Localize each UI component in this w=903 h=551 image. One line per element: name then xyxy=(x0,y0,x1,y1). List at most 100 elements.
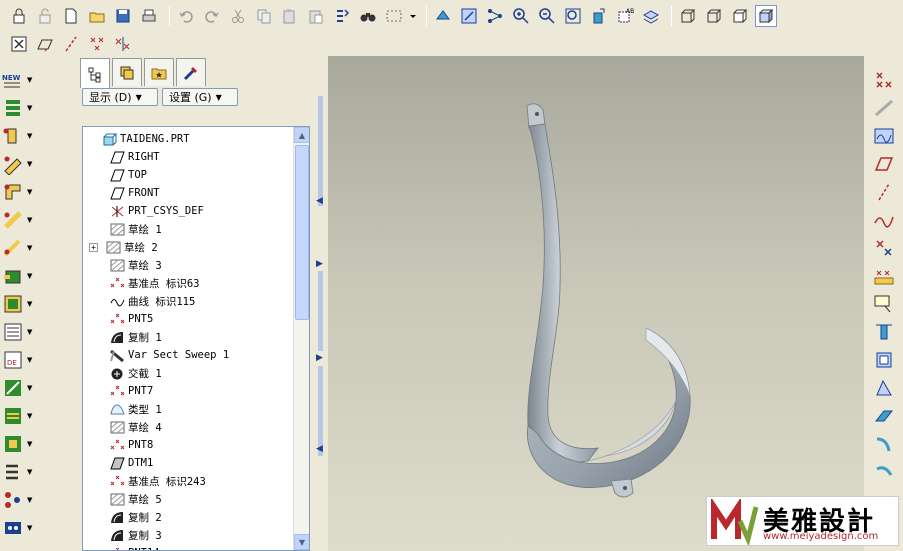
datum-point-offset-icon[interactable] xyxy=(864,234,903,262)
tree-item[interactable]: 交截 1 xyxy=(83,364,294,382)
tree-item[interactable]: FRONT xyxy=(83,184,294,202)
mirror-button[interactable]: ▼ xyxy=(0,318,42,346)
tree-item[interactable]: PNT8 xyxy=(83,436,294,454)
solidify-button[interactable]: ▼ xyxy=(0,458,42,486)
new-feature-button[interactable]: NEW ▼ xyxy=(0,66,42,94)
print-icon[interactable] xyxy=(138,5,160,27)
expand-plus-icon[interactable]: + xyxy=(89,242,98,252)
spin-center-icon[interactable] xyxy=(432,5,454,27)
datum-plane-tool-icon[interactable] xyxy=(864,150,903,178)
tree-root[interactable]: TAIDENG.PRT xyxy=(83,130,294,148)
draft-offset-icon[interactable] xyxy=(864,374,903,402)
saved-views-icon[interactable]: AB xyxy=(614,5,636,27)
tree-item[interactable]: 类型 1 xyxy=(83,400,294,418)
open-folder-icon[interactable] xyxy=(86,5,108,27)
scroll-up-icon[interactable]: ▲ xyxy=(294,127,309,143)
chamfer-button[interactable]: ▼ xyxy=(0,206,42,234)
new-file-icon[interactable] xyxy=(60,5,82,27)
point-display-icon[interactable] xyxy=(86,33,108,55)
hook-model[interactable] xyxy=(328,56,864,551)
datum-csys-tool-icon[interactable] xyxy=(864,262,903,290)
round-button[interactable]: ▼ xyxy=(0,178,42,206)
graphics-viewport[interactable] xyxy=(328,56,864,551)
tree-item[interactable]: 复制 2 xyxy=(83,508,294,526)
variable-sweep-icon[interactable] xyxy=(864,430,903,458)
boundary-blend-icon[interactable] xyxy=(864,402,903,430)
tree-item[interactable]: DTM1 xyxy=(83,454,294,472)
wireframe-icon[interactable] xyxy=(677,5,699,27)
tab-layers[interactable] xyxy=(112,58,142,86)
trim-button[interactable]: ▼ xyxy=(0,374,42,402)
datum-point-tool-icon[interactable] xyxy=(864,66,903,94)
chevron-left-icon[interactable]: ◀ xyxy=(316,444,323,454)
tree-item[interactable]: PNT5 xyxy=(83,310,294,328)
tree-item[interactable]: PNT7 xyxy=(83,382,294,400)
tree-item[interactable]: TOP xyxy=(83,166,294,184)
datum-axis-tool-icon[interactable] xyxy=(864,178,903,206)
zoom-in-icon[interactable] xyxy=(510,5,532,27)
redo-icon[interactable] xyxy=(201,5,223,27)
tab-favorites[interactable] xyxy=(144,58,174,86)
sketched-curve-icon[interactable] xyxy=(864,94,903,122)
tree-scrollbar[interactable]: ▲ ▼ xyxy=(293,127,309,550)
regenerate-icon[interactable] xyxy=(331,5,353,27)
undo-icon[interactable] xyxy=(175,5,197,27)
shading-icon[interactable] xyxy=(755,5,777,27)
swept-blend-icon[interactable] xyxy=(864,458,903,486)
copy-icon[interactable] xyxy=(253,5,275,27)
extend-tool-icon[interactable] xyxy=(864,318,903,346)
panel-splitter[interactable]: ◀ ▶ ▶ ◀ xyxy=(313,56,328,551)
tab-model-tree[interactable] xyxy=(80,58,110,88)
orient-icon[interactable] xyxy=(458,5,480,27)
paste-special-icon[interactable] xyxy=(305,5,327,27)
chevron-left-icon[interactable]: ◀ xyxy=(316,196,323,206)
dropdown-arrow-icon[interactable] xyxy=(409,5,417,27)
tree-item[interactable]: 复制 1 xyxy=(83,328,294,346)
tab-tools[interactable] xyxy=(176,58,206,86)
tree-item[interactable]: RIGHT xyxy=(83,148,294,166)
udf-button[interactable]: ▼ xyxy=(0,514,42,542)
offset-surface-icon[interactable] xyxy=(864,346,903,374)
unlock-icon[interactable] xyxy=(34,5,56,27)
layers-icon[interactable] xyxy=(640,5,662,27)
merge-button[interactable]: DE ▼ xyxy=(0,346,42,374)
offset-button[interactable]: ▼ xyxy=(0,402,42,430)
pattern-button[interactable]: ▼ xyxy=(0,290,42,318)
tree-item[interactable]: 曲线 标识115 xyxy=(83,292,294,310)
tree-item[interactable]: 基准点 标识63 xyxy=(83,274,294,292)
show-menu[interactable]: 显示 (D) ▼ xyxy=(82,88,158,106)
model-tree[interactable]: TAIDENG.PRT RIGHT TOP FRONT PRT_CSYS_DEF 草绘 … xyxy=(82,126,310,551)
tree-item[interactable]: + 草绘 2 xyxy=(83,238,294,256)
tree-item[interactable]: 草绘 1 xyxy=(83,220,294,238)
datum-display-icon[interactable] xyxy=(484,5,506,27)
cut-icon[interactable] xyxy=(227,5,249,27)
sketch-tool-icon[interactable] xyxy=(864,122,903,150)
shell-button[interactable]: ▼ xyxy=(0,262,42,290)
csys-display-icon[interactable] xyxy=(112,33,134,55)
axis-display-icon[interactable] xyxy=(60,33,82,55)
group-button[interactable]: ▼ xyxy=(0,486,42,514)
close-window-icon[interactable] xyxy=(8,33,30,55)
no-hidden-icon[interactable] xyxy=(729,5,751,27)
tree-item[interactable]: 草绘 5 xyxy=(83,490,294,508)
annotation-tool-icon[interactable] xyxy=(864,290,903,318)
scroll-thumb[interactable] xyxy=(295,145,309,320)
select-box-icon[interactable] xyxy=(383,5,405,27)
tree-item[interactable]: 基准点 标识243 xyxy=(83,472,294,490)
lock-icon[interactable] xyxy=(8,5,30,27)
chevron-right-icon[interactable]: ▶ xyxy=(316,259,323,269)
settings-menu[interactable]: 设置 (G) ▼ xyxy=(162,88,238,106)
chevron-right-icon[interactable]: ▶ xyxy=(316,353,323,363)
tree-item[interactable]: 复制 3 xyxy=(83,526,294,544)
tree-item[interactable]: 草绘 3 xyxy=(83,256,294,274)
reorient-icon[interactable] xyxy=(588,5,610,27)
plane-display-icon[interactable] xyxy=(34,33,56,55)
hole-button[interactable]: ▼ xyxy=(0,122,42,150)
tree-item[interactable]: PRT_CSYS_DEF xyxy=(83,202,294,220)
zoom-out-icon[interactable] xyxy=(536,5,558,27)
datum-curve-tool-icon[interactable] xyxy=(864,206,903,234)
save-icon[interactable] xyxy=(112,5,134,27)
scroll-down-icon[interactable]: ▼ xyxy=(294,534,309,550)
tree-item[interactable]: PNT14 xyxy=(83,544,294,550)
draft-button[interactable]: ▼ xyxy=(0,234,42,262)
